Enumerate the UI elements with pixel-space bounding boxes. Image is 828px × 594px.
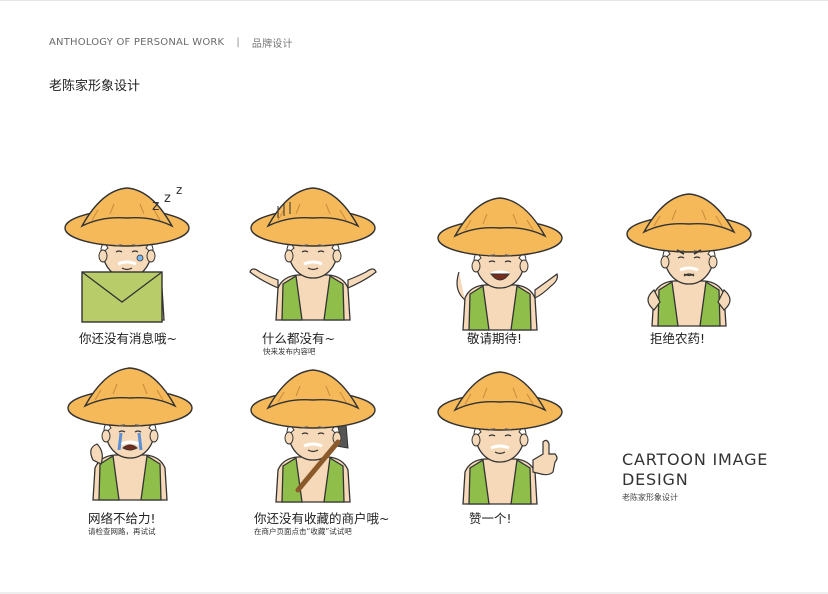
sticker-sublabel-no-favorites: 在商户页面点击“收藏”试试吧 — [254, 527, 352, 536]
sticker-thumbs-up — [425, 364, 575, 514]
sticker-label-coming-soon: 敬请期待! — [467, 331, 523, 346]
sticker-label-network-error: 网络不给力! — [88, 511, 156, 526]
header: ANTHOLOGY OF PERSONAL WORK | 品牌设计 — [49, 35, 293, 50]
sticker-crying — [55, 360, 205, 510]
cartoon-subtitle: 老陈家形象设计 — [622, 493, 678, 502]
page-title: 老陈家形象设计 — [49, 79, 141, 94]
sticker-label-no-pesticide: 拒绝农药! — [650, 331, 706, 346]
header-title: ANTHOLOGY OF PERSONAL WORK — [49, 37, 225, 48]
sticker-sublabel-nothing: 快来发布内容吧 — [263, 347, 316, 356]
thumbs-up-icon — [532, 439, 558, 476]
sticker-label-no-favorites: 你还没有收藏的商户哦~ — [254, 511, 390, 526]
sleep-zzz-icon: z — [152, 198, 159, 214]
sticker-sleeping-envelope: z z z — [52, 180, 202, 330]
svg-text:z: z — [176, 183, 182, 197]
sticker-angry — [614, 186, 764, 336]
svg-text:z: z — [164, 191, 171, 206]
header-category: 品牌设计 — [251, 39, 293, 50]
open-hand-right-icon — [347, 268, 377, 289]
sticker-label-no-messages: 你还没有消息哦~ — [79, 331, 177, 346]
sticker-with-hoe — [238, 362, 388, 512]
envelope-icon — [81, 271, 163, 323]
cartoon-title-line1: CARTOON IMAGE — [622, 450, 769, 469]
sticker-label-nothing: 什么都没有~ — [262, 331, 335, 346]
cartoon-title-line2: DESIGN — [622, 470, 689, 489]
header-separator: | — [236, 37, 240, 48]
sticker-shrugging — [238, 180, 388, 330]
cartoon-title: CARTOON IMAGE DESIGN — [622, 450, 768, 490]
sticker-label-like: 赞一个! — [469, 511, 512, 526]
top-divider — [0, 0, 828, 1]
open-hand-left-icon — [249, 268, 279, 289]
sticker-sublabel-network-error: 请检查网路，再试试 — [88, 527, 156, 536]
sticker-laughing — [425, 190, 575, 340]
